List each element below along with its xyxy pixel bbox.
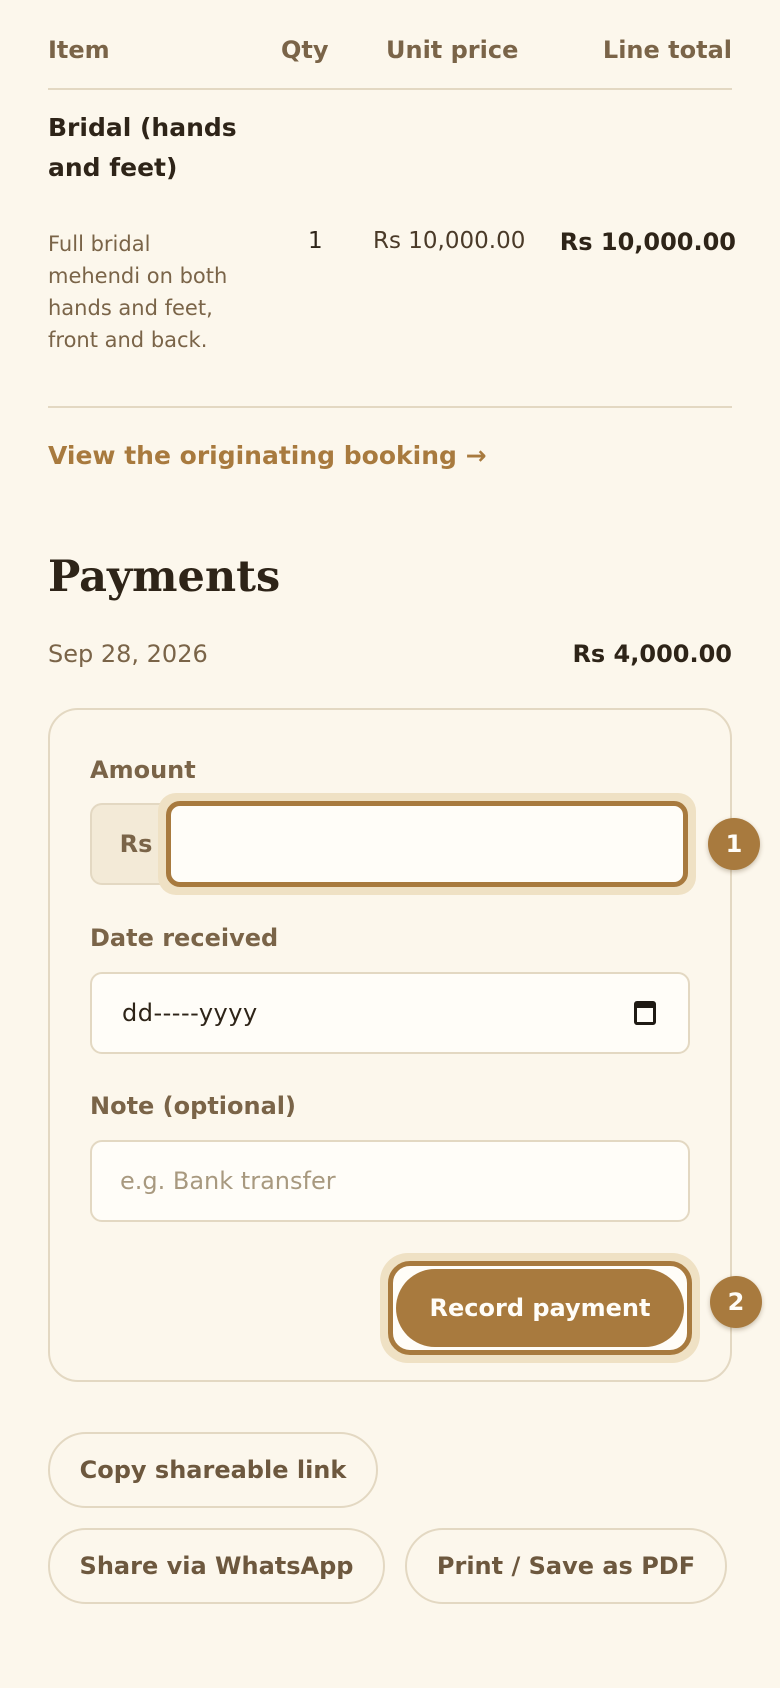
calendar-icon[interactable] (634, 1001, 656, 1025)
header-item: Item (48, 36, 110, 64)
marker-badge-2: 2 (710, 1276, 762, 1328)
item-description: Full bridal mehendi on both hands and fe… (48, 232, 228, 352)
payment-date: Sep 28, 2026 (48, 640, 208, 668)
payment-amount: Rs 4,000.00 (572, 640, 732, 668)
print-pdf-button[interactable]: Print / Save as PDF (405, 1528, 727, 1604)
record-payment-form: Amount Rs Date received dd-----yyyy Note… (48, 708, 732, 1382)
share-whatsapp-button[interactable]: Share via WhatsApp (48, 1528, 385, 1604)
payments-title: Payments (48, 552, 281, 602)
header-qty: Qty (281, 36, 329, 64)
copy-link-button[interactable]: Copy shareable link (48, 1432, 378, 1508)
marker-badge-1: 1 (708, 818, 760, 870)
item-name: Bridal (hands and feet) (48, 113, 237, 182)
item-line-total: Rs 10,000.00 (559, 228, 736, 256)
date-received-label: Date received (90, 924, 279, 952)
date-placeholder: dd-----yyyy (122, 999, 258, 1027)
invoice-page: Item Qty Unit price Line total Bridal (h… (0, 0, 780, 1688)
note-input[interactable] (90, 1140, 690, 1222)
note-label: Note (optional) (90, 1092, 296, 1120)
amount-label: Amount (90, 756, 196, 784)
table-header: Item Qty Unit price Line total (48, 36, 732, 90)
view-booking-link[interactable]: View the originating booking → (48, 441, 487, 470)
item-qty: 1 (308, 228, 323, 254)
record-payment-button[interactable]: Record payment (396, 1269, 684, 1347)
amount-input[interactable] (166, 801, 688, 887)
item-unit-price: Rs 10,000.00 (373, 228, 526, 254)
date-received-input[interactable]: dd-----yyyy (90, 972, 690, 1054)
table-row: Bridal (hands and feet) Full bridal mehe… (48, 90, 736, 408)
header-unit-price: Unit price (386, 36, 519, 64)
header-line-total: Line total (602, 36, 732, 64)
